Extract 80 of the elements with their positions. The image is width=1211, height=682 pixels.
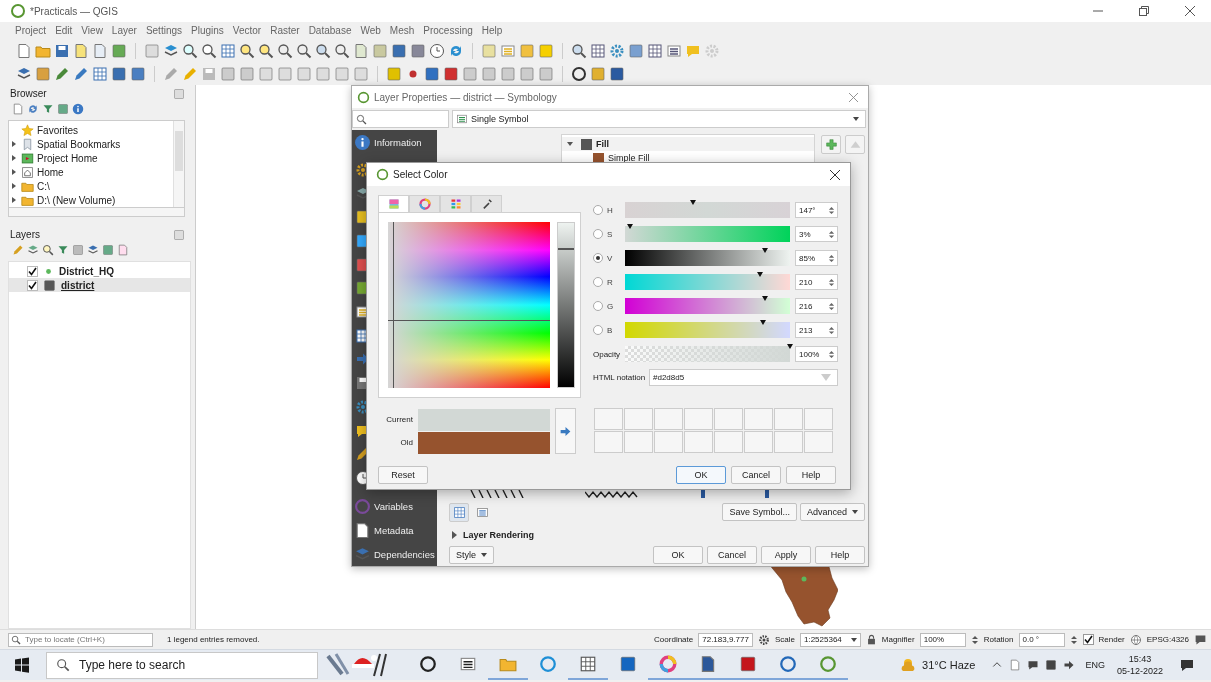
section-header[interactable]: Layer Rendering	[449, 527, 865, 543]
panel-title: Layers	[10, 229, 40, 240]
spin-field[interactable]: 147°	[795, 202, 838, 218]
locate-field[interactable]: Type to locate (Ctrl+K)	[8, 632, 153, 647]
swatch-label: Old	[399, 438, 414, 447]
menu-item[interactable]: Project	[15, 25, 47, 36]
channel-label: S	[606, 229, 614, 239]
clock-date[interactable]: 05-12-2022	[1116, 665, 1163, 677]
scale-label: Scale	[774, 635, 795, 644]
spin-field[interactable]: 210	[795, 274, 838, 290]
spin-field[interactable]: 85%	[795, 250, 838, 266]
menu-item[interactable]: Web	[360, 25, 381, 36]
rotation-label: Rotation	[983, 635, 1014, 644]
spin-field[interactable]: 100%	[795, 346, 838, 362]
crs-button[interactable]: EPSG:4326	[1146, 635, 1189, 644]
browser-item[interactable]: Home	[9, 165, 173, 179]
renderer-dropdown[interactable]: Single Symbol	[452, 110, 866, 128]
channel-label: H	[606, 205, 614, 215]
magnifier-field[interactable]: 100%	[919, 632, 966, 647]
taskbar-search-field[interactable]: Type here to search	[46, 651, 318, 679]
clock-time[interactable]: 15:43	[1128, 653, 1152, 665]
render-label: Render	[1098, 635, 1125, 644]
style-button[interactable]: Style	[449, 546, 494, 564]
html-notation-label: HTML notation	[593, 372, 647, 382]
dialog-button[interactable]: Cancel	[707, 546, 757, 564]
scale-dropdown[interactable]: 1:2525364	[799, 632, 861, 647]
coordinate-field[interactable]: 72.183,9.777	[698, 632, 753, 647]
menu-item[interactable]: Edit	[55, 25, 73, 36]
dialog-button[interactable]: Apply	[761, 546, 811, 564]
menu-item[interactable]: Raster	[270, 25, 300, 36]
menu-item[interactable]: Database	[308, 25, 352, 36]
channel-label: B	[606, 325, 614, 335]
legend-entry[interactable]: District_HQ	[9, 264, 190, 278]
status-message: 1 legend entries removed.	[167, 635, 260, 644]
menu-item[interactable]: Mesh	[389, 25, 415, 36]
nav-item[interactable]: Dependencies	[352, 542, 437, 566]
magnifier-label: Magnifier	[881, 635, 915, 644]
symbol-layer-item[interactable]: Simple Fill	[562, 151, 814, 165]
rotation-field[interactable]: 0.0 °	[1018, 632, 1065, 647]
coordinate-label: Coordinate	[654, 635, 694, 644]
dialog-button[interactable]: OK	[676, 466, 726, 484]
dialog-button[interactable]: Cancel	[731, 466, 781, 484]
nav-item[interactable]: Variables	[352, 494, 437, 518]
window-title: *Practicals — QGIS	[30, 5, 118, 17]
spin-field[interactable]: 216	[795, 298, 838, 314]
browser-item[interactable]: Favorites	[9, 123, 173, 137]
html-notation-field[interactable]: #d2d8d5	[649, 368, 838, 386]
menu-item[interactable]: Layer	[111, 25, 137, 36]
spin-field[interactable]: 3%	[795, 226, 838, 242]
dialog-button[interactable]: Help	[815, 546, 865, 564]
panel-title: Browser	[10, 88, 47, 99]
language-indicator[interactable]: ENG	[1085, 660, 1105, 670]
dialog-title: Select Color	[393, 169, 448, 180]
opacity-label: Opacity	[593, 349, 622, 359]
menu-item[interactable]: Plugins	[191, 25, 224, 36]
reset-button[interactable]: Reset	[378, 466, 428, 484]
menu-item[interactable]: Processing	[423, 25, 473, 36]
advanced-button[interactable]: Advanced	[799, 503, 865, 521]
spin-field[interactable]: 213	[795, 322, 838, 338]
browser-item[interactable]: Project Home	[9, 151, 173, 165]
browser-item[interactable]: Spatial Bookmarks	[9, 137, 173, 151]
channel-label: G	[606, 301, 615, 311]
symbol-layer-item[interactable]: Fill	[562, 137, 814, 151]
menu-item[interactable]: Vector	[232, 25, 262, 36]
menu-item[interactable]: Settings	[145, 25, 182, 36]
save-symbol-button[interactable]: Save Symbol...	[722, 503, 797, 521]
menu-item[interactable]: Help	[481, 25, 503, 36]
browser-item[interactable]: D:\ (New Volume)	[9, 193, 173, 207]
channel-label: V	[606, 253, 614, 263]
menu-item[interactable]: View	[81, 25, 103, 36]
dialog-title: Layer Properties — district — Symbology	[374, 91, 557, 103]
swatch-label: Current	[385, 415, 414, 424]
channel-label: R	[606, 277, 614, 287]
nav-item[interactable]: Information	[352, 130, 437, 154]
weather-text[interactable]: 31°C Haze	[922, 659, 976, 671]
legend-entry[interactable]: district	[9, 278, 190, 292]
dialog-button[interactable]: Help	[786, 466, 836, 484]
nav-item[interactable]: Metadata	[352, 518, 437, 542]
dialog-button[interactable]: OK	[653, 546, 703, 564]
browser-item[interactable]: C:\	[9, 179, 173, 193]
